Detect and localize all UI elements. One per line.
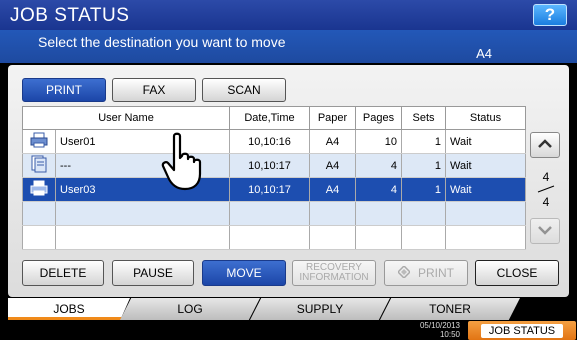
instruction-message: Select the destination you want to move [38,34,286,50]
chevron-down-icon [537,222,553,240]
row-status: Wait [445,177,526,202]
header-sets: Sets [401,106,446,130]
table-row-empty [22,225,526,250]
row-datetime: 10,10:17 [229,153,310,178]
total-pages: 4 [542,195,550,209]
job-table: User Name Date,Time Paper Pages Sets Sta… [22,106,526,250]
footer-datetime: 05/10/2013 10:50 [414,321,460,339]
row-pages: 4 [355,177,402,202]
row-paper: A4 [309,153,356,178]
chevron-up-icon [537,136,553,154]
message-bar: Select the destination you want to move … [0,30,577,63]
table-header-row: User Name Date,Time Paper Pages Sets Sta… [22,106,526,130]
recovery-label-line2: INFORMATION [299,272,369,283]
row-status: Wait [445,153,526,178]
page-title: JOB STATUS [10,5,130,26]
tab-scan[interactable]: SCAN [202,78,286,102]
print-button[interactable]: PRINT [384,260,468,286]
scroll-down-button[interactable] [530,218,560,244]
delete-button[interactable]: DELETE [22,260,104,286]
job-status-label: JOB STATUS [480,323,564,338]
tab-print[interactable]: PRINT [22,78,106,102]
print-label: PRINT [418,266,454,280]
tab-toner[interactable]: TONER [380,298,520,320]
footer-time: 10:50 [439,330,460,339]
printer-icon [22,177,56,202]
page-divider [537,185,555,193]
table-row-selected[interactable]: User03 10,10:17 A4 4 1 Wait [22,177,526,202]
tab-jobs[interactable]: JOBS [8,298,130,320]
row-pages: 4 [355,153,402,178]
title-bar: JOB STATUS ? [0,0,577,30]
footer-date: 05/10/2013 [419,321,460,330]
bottom-tab-bar: JOBS LOG SUPPLY TONER [0,298,577,320]
header-paper: Paper [309,106,356,130]
move-button[interactable]: MOVE [202,260,286,286]
paper-size-label: A4 [476,46,492,61]
recovery-information-button[interactable]: RECOVERY INFORMATION [292,260,376,286]
tab-supply[interactable]: SUPPLY [250,298,390,320]
row-sets: 1 [401,177,446,202]
header-date-time: Date,Time [229,106,310,130]
header-user-name: User Name [22,106,230,130]
header-pages: Pages [355,106,402,130]
printer-icon [22,129,56,154]
row-sets: 1 [401,129,446,154]
hand-pointer-icon [161,132,202,191]
job-status-button[interactable]: JOB STATUS [468,321,576,340]
status-footer: 05/10/2013 10:50 JOB STATUS [0,320,577,340]
row-paper: A4 [309,129,356,154]
document-icon [22,153,56,178]
tab-log[interactable]: LOG [120,298,260,320]
current-page: 4 [542,170,550,184]
job-status-screen: JOB STATUS ? Select the destination you … [0,0,577,340]
table-row-empty [22,201,526,226]
diamond-icon [396,264,412,281]
help-button[interactable]: ? [533,4,567,26]
pause-button[interactable]: PAUSE [112,260,194,286]
scroll-up-button[interactable] [530,132,560,158]
table-row[interactable]: --- 10,10:17 A4 4 1 Wait [22,153,526,178]
tab-fax[interactable]: FAX [112,78,196,102]
table-row[interactable]: User01 10,10:16 A4 10 1 Wait [22,129,526,154]
row-status: Wait [445,129,526,154]
row-sets: 1 [401,153,446,178]
row-pages: 10 [355,129,402,154]
close-button[interactable]: CLOSE [475,260,559,286]
row-datetime: 10,10:17 [229,177,310,202]
header-status: Status [445,106,526,130]
row-datetime: 10,10:16 [229,129,310,154]
row-paper: A4 [309,177,356,202]
